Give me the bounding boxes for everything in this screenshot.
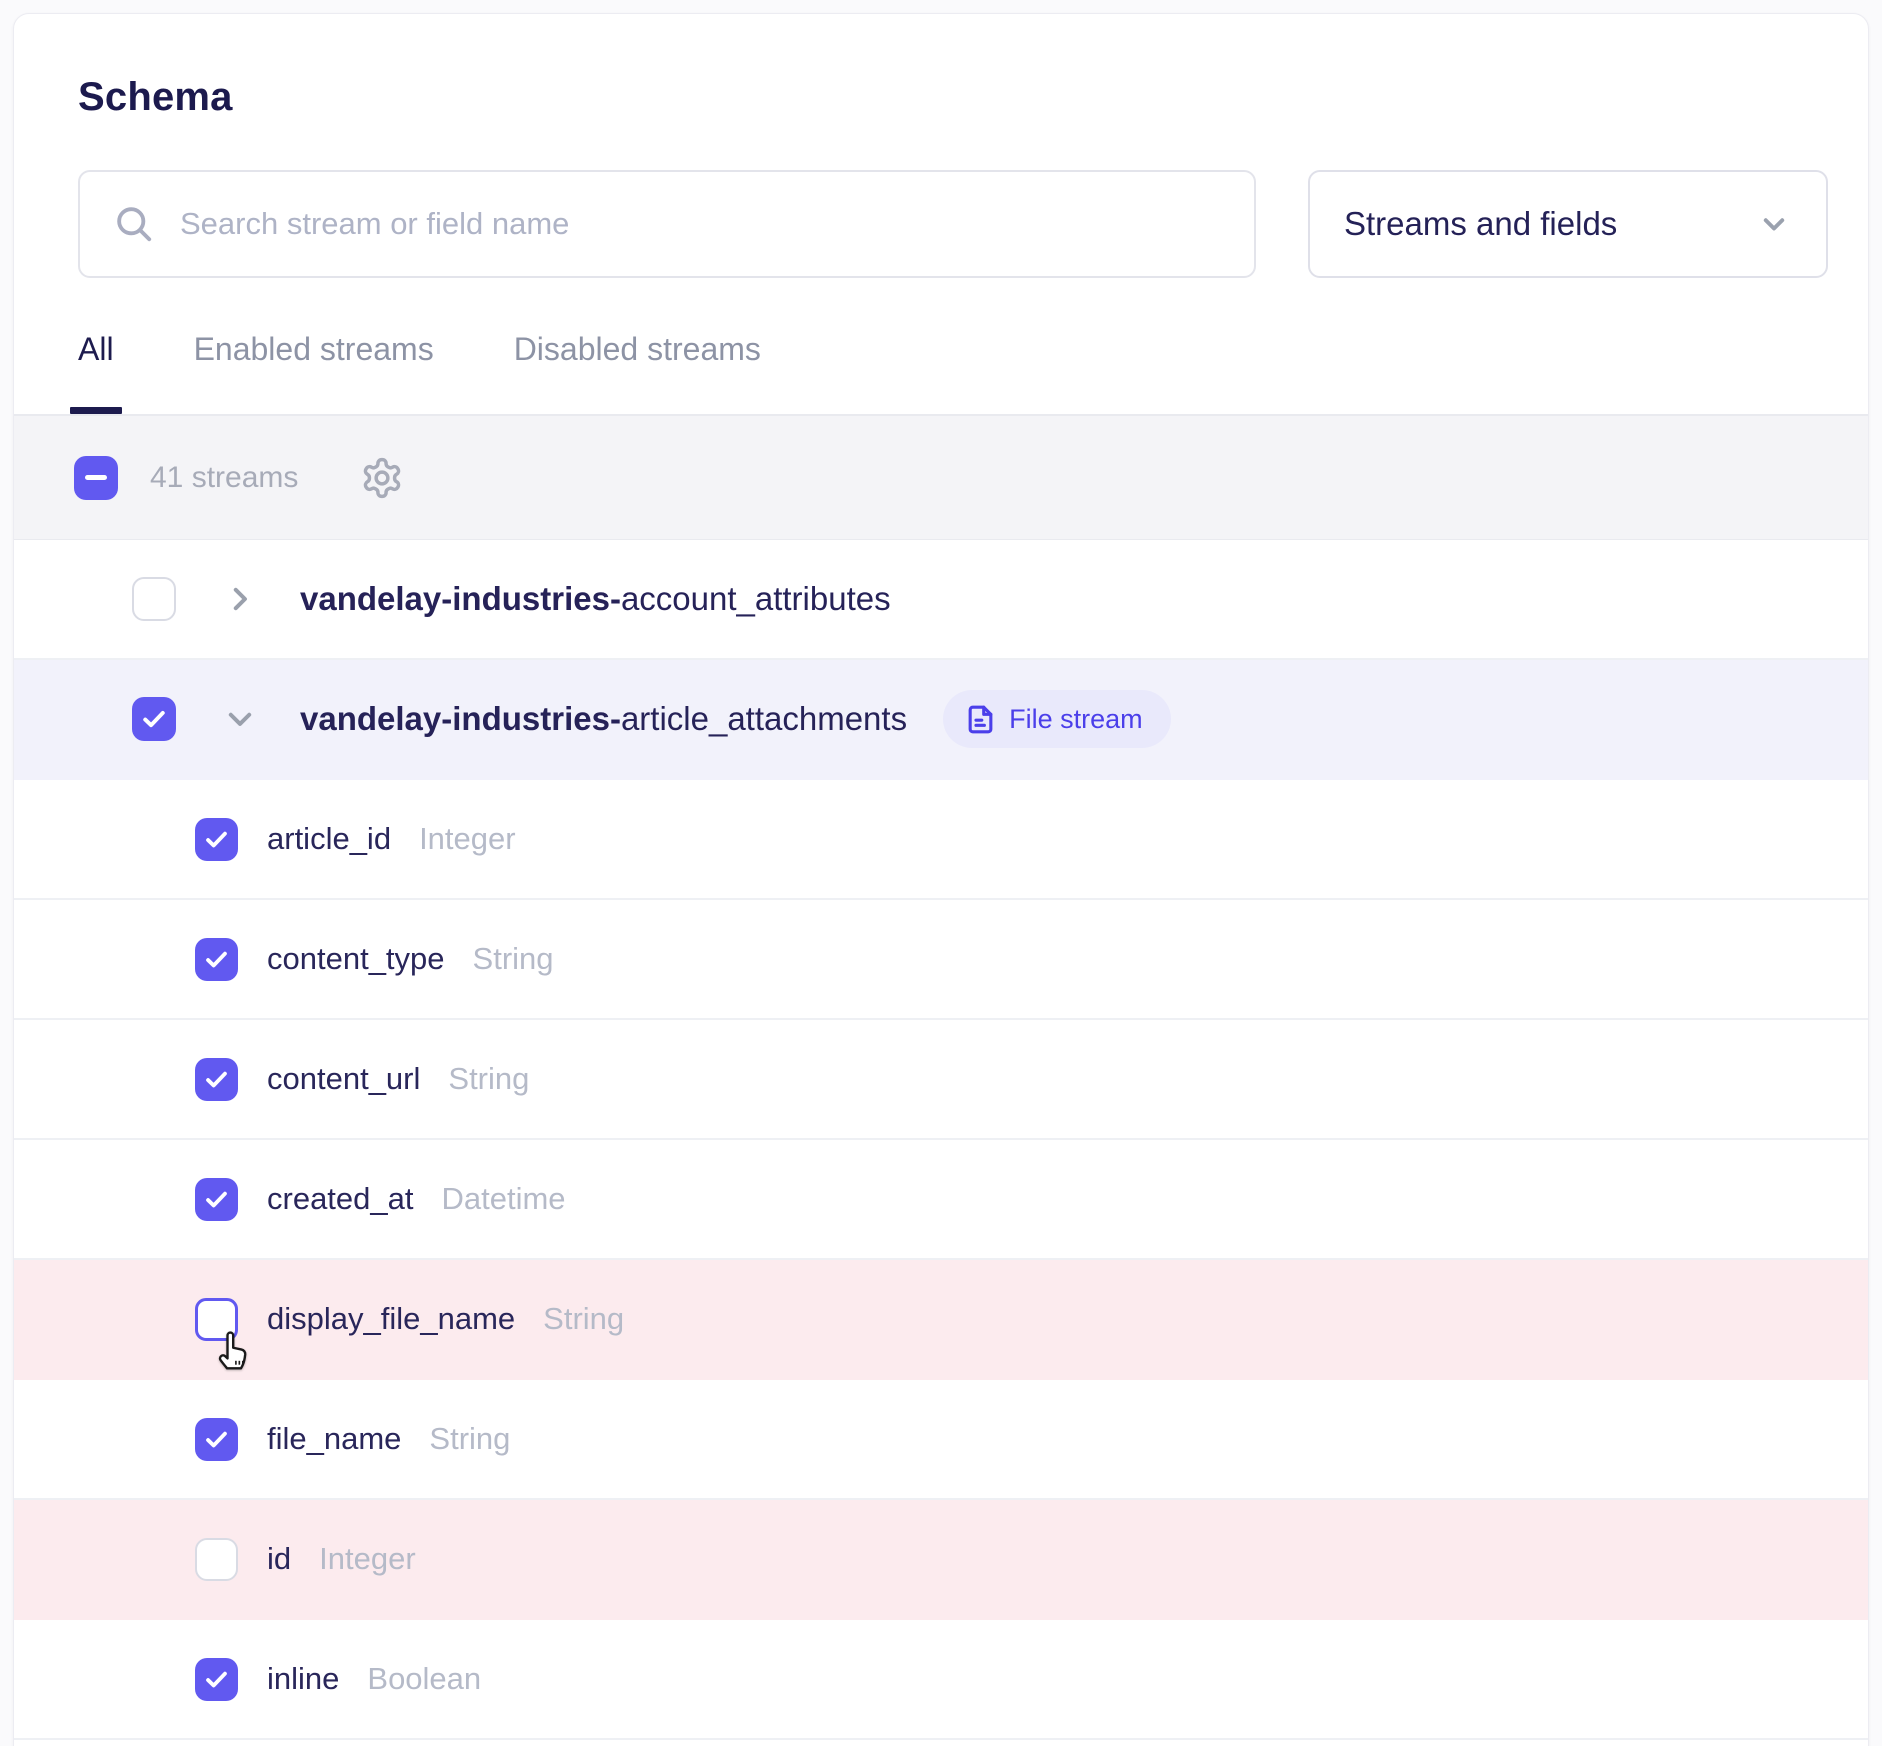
field-type: String xyxy=(543,1301,624,1337)
page-title: Schema xyxy=(78,74,1828,120)
stream-filter-tabs: All Enabled streams Disabled streams xyxy=(14,330,1868,416)
field-type: String xyxy=(448,1061,529,1097)
search-icon xyxy=(112,202,156,246)
settings-gear-icon[interactable] xyxy=(360,456,404,500)
card-header: Schema Streams and fields xyxy=(14,14,1868,278)
field-type: Datetime xyxy=(442,1181,566,1217)
view-mode-value: Streams and fields xyxy=(1344,205,1617,243)
stream-checkbox[interactable] xyxy=(132,577,176,621)
stream-row-article_attachments[interactable]: vandelay-industries-article_attachments … xyxy=(14,660,1868,780)
field-row-content_url: content_url String xyxy=(14,1020,1868,1140)
field-type: String xyxy=(473,941,554,977)
field-checkbox[interactable] xyxy=(195,1178,238,1221)
stream-name: vandelay-industries-article_attachments xyxy=(300,700,907,738)
field-name: id xyxy=(267,1541,291,1577)
expand-chevron-icon[interactable] xyxy=(223,582,257,616)
field-type: String xyxy=(429,1421,510,1457)
check-icon xyxy=(203,946,230,973)
field-row-inline: inline Boolean xyxy=(14,1620,1868,1740)
tab-enabled-streams[interactable]: Enabled streams xyxy=(194,330,434,414)
field-row-file_name: file_name String xyxy=(14,1380,1868,1500)
stream-row-account_attributes[interactable]: vandelay-industries-account_attributes xyxy=(14,540,1868,660)
search-box[interactable] xyxy=(78,170,1256,278)
indeterminate-mark xyxy=(85,475,107,480)
streams-toolbar: 41 streams xyxy=(14,416,1868,540)
file-text-icon xyxy=(965,704,996,735)
field-name: content_url xyxy=(267,1061,420,1097)
field-row-article_id: article_id Integer xyxy=(14,780,1868,900)
stream-checkbox[interactable] xyxy=(132,697,176,741)
file-stream-badge: File stream xyxy=(943,690,1171,748)
field-row-display_file_name: display_file_name String xyxy=(14,1260,1868,1380)
field-name: display_file_name xyxy=(267,1301,515,1337)
field-row-created_at: created_at Datetime xyxy=(14,1140,1868,1260)
field-checkbox[interactable] xyxy=(195,1658,238,1701)
field-checkbox[interactable] xyxy=(195,818,238,861)
stream-list: vandelay-industries-account_attributes v… xyxy=(14,540,1868,1740)
tab-all[interactable]: All xyxy=(78,330,114,414)
field-name: article_id xyxy=(267,821,391,857)
field-checkbox[interactable] xyxy=(195,1418,238,1461)
schema-card: Schema Streams and fields All Enabled st… xyxy=(13,13,1869,1746)
field-row-content_type: content_type String xyxy=(14,900,1868,1020)
badge-label: File stream xyxy=(1009,704,1143,735)
field-checkbox[interactable] xyxy=(195,1538,238,1581)
stream-name: vandelay-industries-account_attributes xyxy=(300,580,891,618)
tab-disabled-streams[interactable]: Disabled streams xyxy=(514,330,761,414)
field-row-id: id Integer xyxy=(14,1500,1868,1620)
chevron-down-icon xyxy=(1756,206,1792,242)
expand-chevron-icon[interactable] xyxy=(223,702,257,736)
field-checkbox[interactable] xyxy=(195,1298,238,1341)
field-name: created_at xyxy=(267,1181,414,1217)
select-all-checkbox[interactable] xyxy=(74,456,118,500)
check-icon xyxy=(203,1666,230,1693)
field-checkbox[interactable] xyxy=(195,938,238,981)
view-mode-dropdown[interactable]: Streams and fields xyxy=(1308,170,1828,278)
field-name: content_type xyxy=(267,941,445,977)
field-type: Integer xyxy=(319,1541,416,1577)
check-icon xyxy=(140,705,168,733)
search-row: Streams and fields xyxy=(78,170,1828,278)
schema-page: { "header": { "title": "Schema" }, "sear… xyxy=(0,0,1882,1746)
check-icon xyxy=(203,1426,230,1453)
field-name: file_name xyxy=(267,1421,401,1457)
check-icon xyxy=(203,826,230,853)
search-input[interactable] xyxy=(180,206,1224,242)
field-checkbox[interactable] xyxy=(195,1058,238,1101)
check-icon xyxy=(203,1066,230,1093)
stream-count: 41 streams xyxy=(150,461,298,495)
check-icon xyxy=(203,1186,230,1213)
field-name: inline xyxy=(267,1661,339,1697)
field-type: Boolean xyxy=(367,1661,481,1697)
field-type: Integer xyxy=(419,821,516,857)
